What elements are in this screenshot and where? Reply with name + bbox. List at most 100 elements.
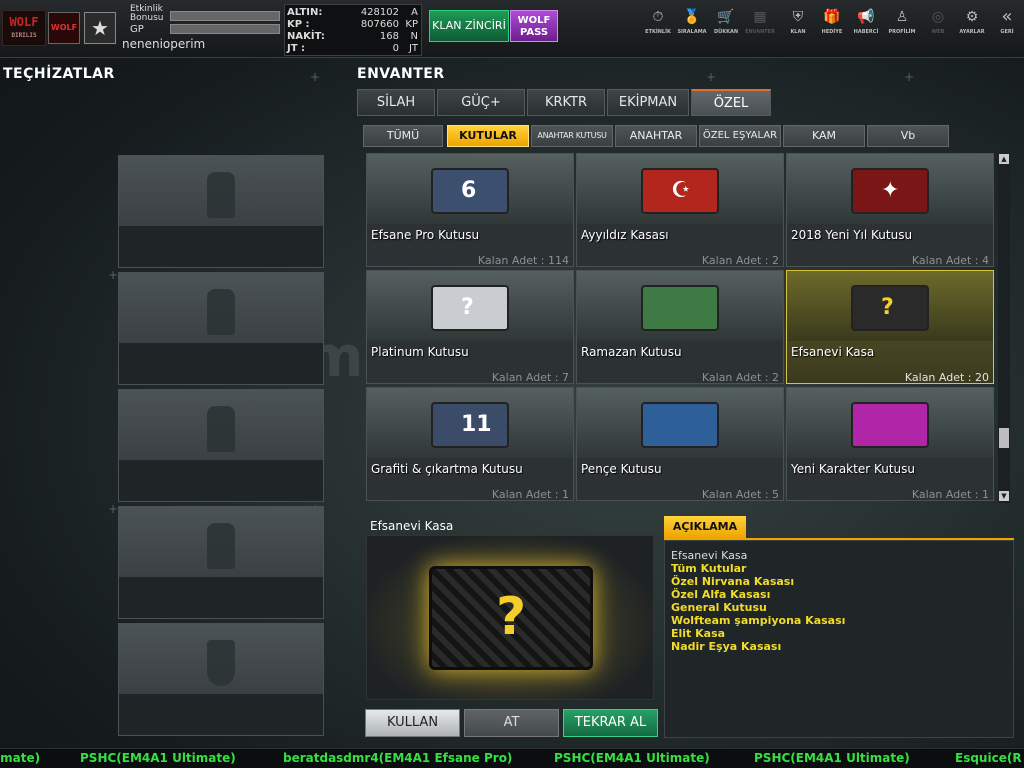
inventory-item[interactable]: 11 Grafiti & çıkartma Kutusu Kalan Adet : … xyxy=(366,387,574,501)
selected-item-preview: ? xyxy=(366,535,654,700)
spray-can-icon xyxy=(207,406,235,452)
gp-label: GP xyxy=(130,24,144,35)
subtab-etc[interactable]: Vb xyxy=(867,125,949,147)
menu-item-gift[interactable]: 🎁 HEDİYE xyxy=(814,8,850,42)
menu-item-shop[interactable]: 🛒 DÜKKAN xyxy=(708,8,744,42)
box-icon xyxy=(851,402,929,448)
tab-power[interactable]: GÜÇ+ xyxy=(437,89,525,116)
decor-plus: + xyxy=(310,70,321,84)
shield-icon: ⛨ xyxy=(792,9,804,25)
description-content-item: Elit Kasa xyxy=(671,627,726,640)
equipment-slot[interactable] xyxy=(118,272,324,385)
box-icon: ? xyxy=(851,285,929,331)
tab-character[interactable]: KRKTR xyxy=(527,89,605,116)
subtab-boxes[interactable]: KUTULAR xyxy=(447,125,529,147)
menu-item-web[interactable]: ◎ WEB xyxy=(920,8,956,42)
inventory-item[interactable]: ? Platinum Kutusu Kalan Adet : 7 xyxy=(366,270,574,384)
medal-icon: 🏅 xyxy=(683,9,701,25)
shield-icon xyxy=(207,640,235,686)
top-bar: WOLF DIRILIS WOLF ★ Etkinlik Bonusu GP ne… xyxy=(0,0,1024,58)
description-content-item: Nadir Eşya Kasası xyxy=(671,640,782,653)
inventory-item[interactable]: Ramazan Kutusu Kalan Adet : 2 xyxy=(576,270,784,384)
subtab-key-box[interactable]: ANAHTAR KUTUSU xyxy=(531,125,613,147)
rank-badge-icon[interactable]: WOLF xyxy=(48,12,80,44)
box-icon: 6 xyxy=(431,168,509,214)
inventory-grid: 6 Efsane Pro Kutusu Kalan Adet : 114 ☪ Ayyı… xyxy=(366,153,996,503)
box-icon: 11 xyxy=(431,402,509,448)
cart-icon: 🛒 xyxy=(717,9,735,25)
menu-item-event[interactable]: ⏱ ETKİNLİK xyxy=(640,8,676,42)
use-button[interactable]: KULLAN xyxy=(365,709,460,737)
clan-chain-button[interactable]: KLAN ZİNCİRİ xyxy=(429,10,509,42)
ticker-entry: PSHC(EM4A1 Ultimate) xyxy=(80,751,236,765)
inventory-item[interactable]: 6 Efsane Pro Kutusu Kalan Adet : 114 xyxy=(366,153,574,267)
box-icon: ☪ xyxy=(641,168,719,214)
profile-icon: ♙ xyxy=(895,9,909,25)
subtab-cam[interactable]: KAM xyxy=(783,125,865,147)
equipment-title: TEÇHİZATLAR xyxy=(3,66,115,82)
username: nenenioperim xyxy=(122,37,206,51)
decor-plus: + xyxy=(706,70,717,84)
currency-panel: ALTIN: 428102 A KP :807660 KP NAKİT: 168 N JT… xyxy=(284,4,422,56)
menu-item-clan[interactable]: ⛨ KLAN xyxy=(780,8,816,42)
star-icon[interactable]: ★ xyxy=(84,12,116,44)
description-item-name: Efsanevi Kasa xyxy=(671,549,748,562)
ticker-entry: beratdasdmr4(EM4A1 Efsane Pro) xyxy=(283,751,513,765)
spray-can-icon xyxy=(207,289,235,335)
box-icon: ✦ xyxy=(851,168,929,214)
menu-item-settings[interactable]: ⚙ AYARLAR xyxy=(954,8,990,42)
box-icon: ? xyxy=(431,285,509,331)
scroll-thumb[interactable] xyxy=(999,428,1009,448)
ticker-entry: Esquice(R xyxy=(955,751,1022,765)
gear-icon: ⚙ xyxy=(965,9,979,25)
scroll-down-icon[interactable]: ▼ xyxy=(999,491,1009,501)
currency-row-jt: JT :0 JT xyxy=(287,43,418,54)
subtab-special-items[interactable]: ÖZEL EŞYALAR xyxy=(699,125,781,147)
top-menu: ⏱ ETKİNLİK 🏅 SIRALAMA 🛒 DÜKKAN ▦ ENVANTER ⛨ K… xyxy=(640,8,1024,44)
back-arrow-icon: « xyxy=(1001,6,1013,27)
menu-item-profile[interactable]: ♙ PROFİLİM xyxy=(884,8,920,42)
equipment-slot[interactable] xyxy=(118,506,324,619)
rebuy-button[interactable]: TEKRAR AL xyxy=(563,709,658,737)
drop-button[interactable]: AT xyxy=(464,709,559,737)
description-content-item: Özel Alfa Kasası xyxy=(671,588,771,601)
tab-weapon[interactable]: SİLAH xyxy=(357,89,435,116)
inventory-item[interactable]: Pençe Kutusu Kalan Adet : 5 xyxy=(576,387,784,501)
scroll-up-icon[interactable]: ▲ xyxy=(999,154,1009,164)
inventory-item[interactable]: Yeni Karakter Kutusu Kalan Adet : 1 xyxy=(786,387,994,501)
globe-icon: ◎ xyxy=(931,9,945,25)
spray-can-icon xyxy=(207,523,235,569)
inventory-item-selected[interactable]: ? Efsanevi Kasa Kalan Adet : 20 xyxy=(786,270,994,384)
subtab-key[interactable]: ANAHTAR xyxy=(615,125,697,147)
box-icon xyxy=(641,285,719,331)
description-content-item: Tüm Kutular xyxy=(671,562,747,575)
tab-equipment[interactable]: EKİPMAN xyxy=(607,89,689,116)
legendary-box-icon: ? xyxy=(429,566,593,670)
description-content-item: Wolfteam şampiyona Kasası xyxy=(671,614,846,627)
decor-plus: + xyxy=(904,70,915,84)
subtab-all[interactable]: TÜMÜ xyxy=(363,125,443,147)
wolf-pass-button[interactable]: WOLF PASS xyxy=(510,10,558,42)
event-bonus-label: Etkinlik Bonusu xyxy=(130,4,164,23)
tab-special[interactable]: ÖZEL xyxy=(691,89,771,116)
menu-item-back[interactable]: «GERİ xyxy=(990,8,1024,42)
ticker-entry: PSHC(EM4A1 Ultimate) xyxy=(754,751,910,765)
box-icon xyxy=(641,402,719,448)
inventory-item[interactable]: ✦ 2018 Yeni Yıl Kutusu Kalan Adet : 4 xyxy=(786,153,994,267)
inventory-scrollbar[interactable] xyxy=(998,153,1010,503)
ticker-entry: PSHC(EM4A1 Ultimate) xyxy=(554,751,710,765)
selected-item-title: Efsanevi Kasa xyxy=(370,519,454,533)
currency-row-kp: KP :807660 KP xyxy=(287,19,418,30)
equipment-slot[interactable] xyxy=(118,623,324,736)
inventory-item[interactable]: ☪ Ayyıldız Kasası Kalan Adet : 2 xyxy=(576,153,784,267)
menu-item-ranking[interactable]: 🏅 SIRALAMA xyxy=(674,8,710,42)
menu-item-messenger[interactable]: 📢 HABERCİ xyxy=(848,8,884,42)
menu-item-inventory[interactable]: ▦ ENVANTER xyxy=(742,8,778,42)
stopwatch-icon: ⏱ xyxy=(652,9,664,25)
equipment-slot[interactable] xyxy=(118,155,324,268)
inventory-icon: ▦ xyxy=(753,9,767,25)
megaphone-icon: 📢 xyxy=(857,9,875,25)
decor-plus: + xyxy=(108,268,119,282)
description-tab[interactable]: AÇIKLAMA xyxy=(664,516,746,538)
equipment-slot[interactable] xyxy=(118,389,324,502)
